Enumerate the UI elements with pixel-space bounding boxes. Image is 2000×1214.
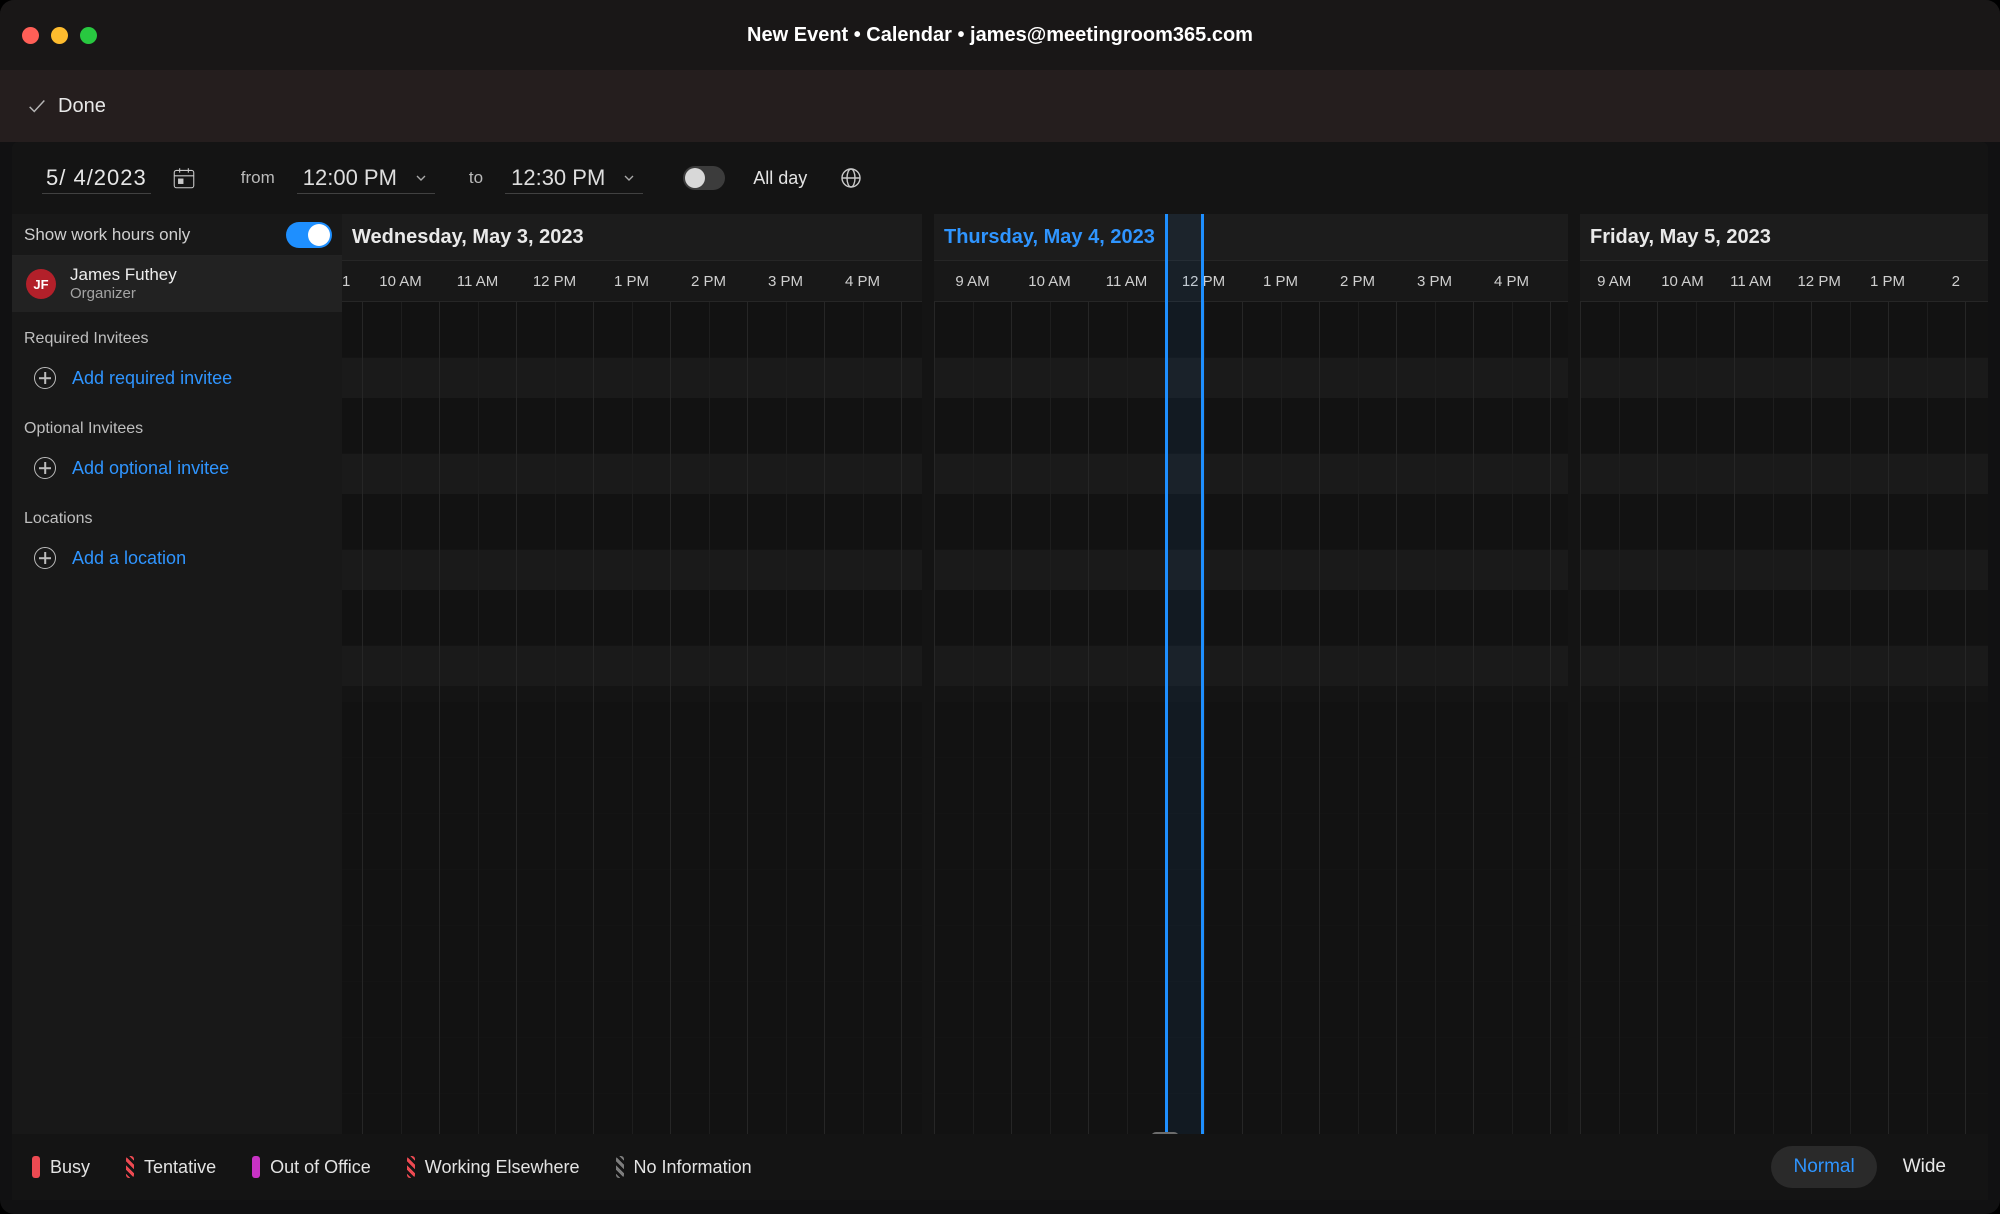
view-toggle: Normal Wide [1771,1146,1968,1188]
hour-header-row: 9 AM10 AM11 AM12 PM1 PM2 [1580,260,1988,302]
day-column-thu: Thursday, May 4, 20239 AM10 AM11 AM12 PM… [934,214,1568,1134]
to-time-combo[interactable]: 12:30 PM [505,163,643,194]
organizer-name: James Futhey [70,266,177,285]
check-icon [26,95,48,117]
chevron-down-icon [413,170,429,186]
legend-swatch [407,1156,415,1178]
fullscreen-window-button[interactable] [80,27,97,44]
titlebar: New Event • Calendar • james@meetingroom… [0,0,2000,70]
allday-toggle[interactable] [683,166,725,190]
add-optional-invitee-button[interactable]: Add optional invitee [12,444,342,492]
day-header: Wednesday, May 3, 2023 [342,214,922,260]
legend-swatch [126,1156,134,1178]
legend: Busy Tentative Out of Office Working Elsewh… [32,1156,752,1178]
legend-item: Busy [32,1156,90,1178]
from-label: from [241,168,275,188]
date-input[interactable]: 5/ 4/2023 [42,163,151,194]
legend-item: Out of Office [252,1156,371,1178]
plus-icon [34,457,56,479]
close-window-button[interactable] [22,27,39,44]
allday-label: All day [753,168,807,189]
date-time-bar: 5/ 4/2023 from 12:00 PM to 12:30 PM All … [12,142,1988,214]
plus-icon [34,547,56,569]
work-hours-toggle[interactable] [286,222,332,248]
body: Show work hours only JF James Futhey Org… [12,214,1988,1200]
toolbar: Done [0,70,2000,142]
legend-swatch [32,1156,40,1178]
add-required-label: Add required invitee [72,368,232,389]
legend-item: Working Elsewhere [407,1156,580,1178]
plus-icon [34,367,56,389]
to-label: to [469,168,483,188]
day-header: Friday, May 5, 2023 [1580,214,1988,260]
legend-item: No Information [616,1156,752,1178]
legend-item: Tentative [126,1156,216,1178]
view-wide-button[interactable]: Wide [1881,1146,1968,1188]
legend-label: Out of Office [270,1157,371,1178]
legend-label: No Information [634,1157,752,1178]
from-time-combo[interactable]: 12:00 PM [297,163,435,194]
add-required-invitee-button[interactable]: Add required invitee [12,354,342,402]
traffic-lights [22,27,97,44]
done-label: Done [58,95,106,118]
legend-swatch [616,1156,624,1178]
window-title: New Event • Calendar • james@meetingroom… [0,24,2000,47]
from-time-value: 12:00 PM [303,165,397,191]
availability-grid[interactable]: Wednesday, May 3, 2023110 AM11 AM12 PM1 … [342,214,1988,1200]
legend-label: Tentative [144,1157,216,1178]
day-header: Thursday, May 4, 2023 [934,214,1568,260]
minimize-window-button[interactable] [51,27,68,44]
legend-swatch [252,1156,260,1178]
legend-label: Working Elsewhere [425,1157,580,1178]
view-normal-button[interactable]: Normal [1771,1146,1876,1188]
avatar: JF [26,269,56,299]
hour-header-row: 9 AM10 AM11 AM12 PM1 PM2 PM3 PM4 PM [934,260,1568,302]
to-time-value: 12:30 PM [511,165,605,191]
sidebar: Show work hours only JF James Futhey Org… [12,214,342,1200]
add-optional-label: Add optional invitee [72,458,229,479]
day-column-fri: Friday, May 5, 20239 AM10 AM11 AM12 PM1 … [1580,214,1988,1134]
work-hours-row: Show work hours only [12,214,342,256]
add-location-label: Add a location [72,548,186,569]
hour-header-row: 110 AM11 AM12 PM1 PM2 PM3 PM4 PM [342,260,922,302]
add-location-button[interactable]: Add a location [12,534,342,582]
chevron-down-icon [621,170,637,186]
locations-header: Locations [12,492,342,534]
content: 5/ 4/2023 from 12:00 PM to 12:30 PM All … [12,142,1988,1200]
optional-invitees-header: Optional Invitees [12,402,342,444]
organizer-role: Organizer [70,285,177,302]
organizer-row[interactable]: JF James Futhey Organizer [12,256,342,312]
window: New Event • Calendar • james@meetingroom… [0,0,2000,1214]
required-invitees-header: Required Invitees [12,312,342,354]
legend-label: Busy [50,1157,90,1178]
done-button[interactable]: Done [26,95,106,118]
timezone-icon[interactable] [839,166,863,190]
work-hours-label: Show work hours only [24,225,190,245]
footer: Busy Tentative Out of Office Working Elsewh… [12,1134,1988,1200]
day-column-wed: Wednesday, May 3, 2023110 AM11 AM12 PM1 … [342,214,922,1134]
calendar-icon[interactable] [171,165,197,191]
